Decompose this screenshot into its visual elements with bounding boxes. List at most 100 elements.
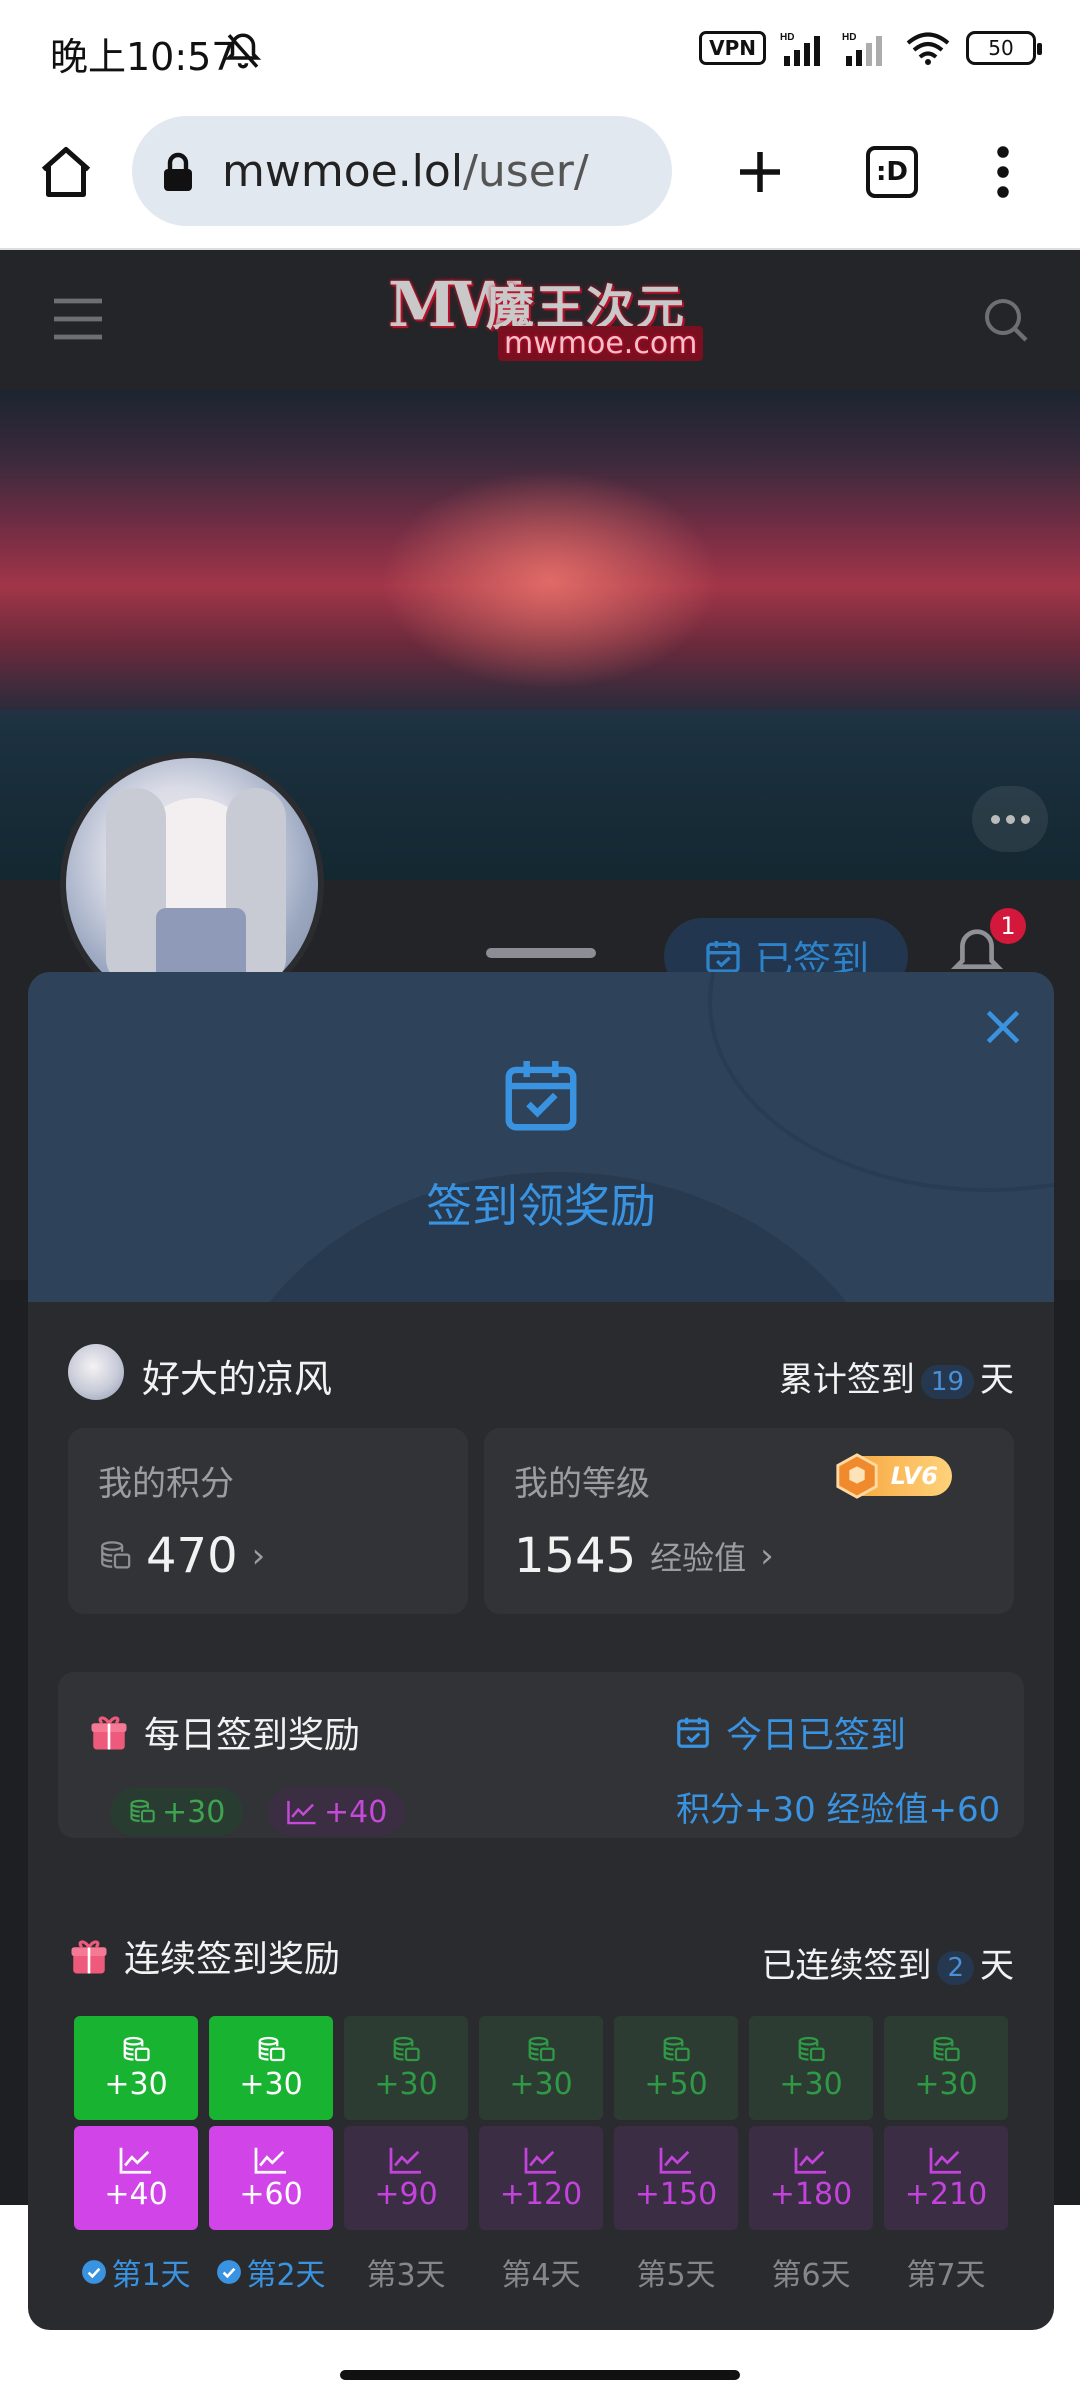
vpn-badge: VPN [699, 31, 766, 65]
streak-points-cell: +30 [209, 2016, 333, 2120]
daily-exp-chip: +40 [268, 1788, 406, 1836]
menu-dots-icon[interactable] [976, 142, 1030, 202]
streak-exp-value: +120 [499, 2176, 583, 2212]
hamburger-menu-icon[interactable] [50, 294, 106, 344]
coins-icon [663, 2036, 690, 2061]
check-circle-icon [217, 2260, 242, 2284]
status-icons: VPN HD HD 50 [699, 30, 1042, 66]
streak-day-label: 第7天 [906, 2258, 986, 2293]
coins-icon [528, 2036, 555, 2061]
search-icon[interactable] [982, 296, 1030, 344]
calendar-check-icon [677, 1717, 709, 1748]
coins-icon [393, 2036, 420, 2061]
level-shield-icon [836, 1453, 878, 1499]
new-tab-icon[interactable] [730, 142, 790, 202]
streak-day-label: 第4天 [501, 2258, 581, 2293]
points-value-row: 470 › [98, 1528, 265, 1584]
wifi-icon [906, 32, 950, 65]
lock-icon [164, 152, 192, 191]
notification-count-badge: 1 [990, 908, 1026, 944]
address-bar[interactable]: mwmoe.lol/user/ [132, 116, 672, 226]
streak-exp-value: +60 [239, 2176, 303, 2212]
coins-icon [258, 2036, 285, 2061]
streak-exp-value: +150 [634, 2176, 718, 2212]
trend-up-icon [929, 2147, 961, 2174]
streak-exp-cell: +120 [479, 2126, 603, 2230]
streak-exp-value: +210 [904, 2176, 988, 2212]
streak-points-value: +30 [509, 2066, 573, 2102]
gift-icon [91, 1716, 127, 1750]
svg-text:HD: HD [842, 32, 856, 43]
user-row: 好大的凉风 累计签到 19 天 [68, 1344, 1014, 1404]
status-bar: 晚上10:57 VPN HD HD 50 [0, 0, 1080, 100]
level-badge: LV6 [836, 1453, 952, 1499]
streak-points-cell: +30 [749, 2016, 873, 2120]
streak-day-label: 第3天 [366, 2258, 446, 2293]
sheet-drag-handle[interactable] [486, 948, 596, 958]
streak-exp-cell: +60 [209, 2126, 333, 2230]
coins-icon [101, 1541, 131, 1569]
daily-reward-title: 每日签到奖励 [88, 1706, 360, 1758]
streak-day-labels: 第1天 第2天 第3天 第4天 第5天 第6天 第7天 [74, 2250, 1012, 2294]
username: 好大的凉风 [142, 1357, 333, 1401]
coins-icon [798, 2036, 825, 2061]
checkin-modal: 签到领奖励 好大的凉风 累计签到 19 天 我的积分 470 › 我的等级 LV… [28, 972, 1054, 2330]
coins-icon [123, 2036, 150, 2061]
trend-up-icon [119, 2147, 151, 2174]
my-points-card[interactable]: 我的积分 470 › [68, 1428, 468, 1614]
browser-toolbar: mwmoe.lol/user/ :D [0, 100, 1080, 250]
streak-reward-title: 连续签到奖励 [68, 1930, 340, 1982]
level-label: 我的等级 [514, 1464, 650, 1504]
streak-exp-cell: +180 [749, 2126, 873, 2230]
close-icon[interactable] [978, 1002, 1028, 1052]
daily-points-chip: +30 [110, 1788, 244, 1836]
modal-header: 签到领奖励 [28, 972, 1054, 1302]
my-level-card[interactable]: 我的等级 LV6 1545 经验值 › [484, 1428, 1014, 1614]
check-circle-icon [82, 2260, 107, 2284]
streak-points-value: +30 [374, 2066, 438, 2102]
streak-points-value: +30 [779, 2066, 843, 2102]
streak-days-count: 已连续签到 2 天 [761, 1946, 1014, 1986]
logo-domain[interactable]: mwmoe.com [498, 326, 704, 361]
gift-icon [71, 1940, 107, 1974]
streak-day-label: 第1天 [74, 2250, 198, 2294]
user-avatar [68, 1344, 124, 1400]
modal-title: 签到领奖励 [426, 1179, 656, 1233]
streak-exp-cell: +210 [884, 2126, 1008, 2230]
trend-up-icon [659, 2147, 691, 2174]
signal-hd-icon: HD [842, 32, 882, 66]
streak-day-label: 第5天 [636, 2258, 716, 2293]
streak-exp-value: +90 [374, 2176, 438, 2212]
svg-text:HD: HD [780, 32, 794, 43]
streak-exp-cell: +40 [74, 2126, 198, 2230]
url-text: mwmoe.lol/user/ [222, 145, 589, 197]
trend-up-icon [254, 2147, 286, 2174]
streak-points-value: +30 [914, 2066, 978, 2102]
streak-exp-value: +180 [769, 2176, 853, 2212]
trend-up-icon [287, 1800, 316, 1825]
exp-unit: 经验值 [650, 1539, 747, 1577]
streak-day-label: 第6天 [771, 2258, 851, 2293]
streak-exp-cell: +150 [614, 2126, 738, 2230]
home-icon[interactable] [36, 142, 96, 202]
more-options-button[interactable] [972, 786, 1048, 852]
today-reward-detail: 积分+30 经验值+60 [676, 1790, 1001, 1830]
streak-points-cell: +30 [344, 2016, 468, 2120]
battery-icon: 50 [966, 31, 1042, 65]
streak-points-value: +30 [104, 2066, 168, 2102]
today-checked-status: 今日已签到 [674, 1706, 906, 1758]
calendar-check-icon [706, 941, 740, 973]
bell-off-icon [224, 33, 262, 69]
streak-exp-row: +40 +60 +90 +120 +150 +180 +210 [74, 2126, 1012, 2230]
chevron-right-icon: › [251, 1536, 266, 1576]
streak-points-cell: +30 [74, 2016, 198, 2120]
streak-points-cell: +50 [614, 2016, 738, 2120]
streak-points-cell: +30 [884, 2016, 1008, 2120]
trend-up-icon [389, 2147, 421, 2174]
gesture-nav-bar[interactable] [340, 2370, 740, 2380]
total-checkin-days: 累计签到 19 天 [778, 1360, 1014, 1400]
tab-switcher-button[interactable]: :D [866, 146, 918, 198]
exp-value-row: 1545 经验值 › [514, 1528, 774, 1584]
chevron-right-icon: › [760, 1536, 774, 1576]
status-time: 晚上10:57 [50, 35, 236, 79]
